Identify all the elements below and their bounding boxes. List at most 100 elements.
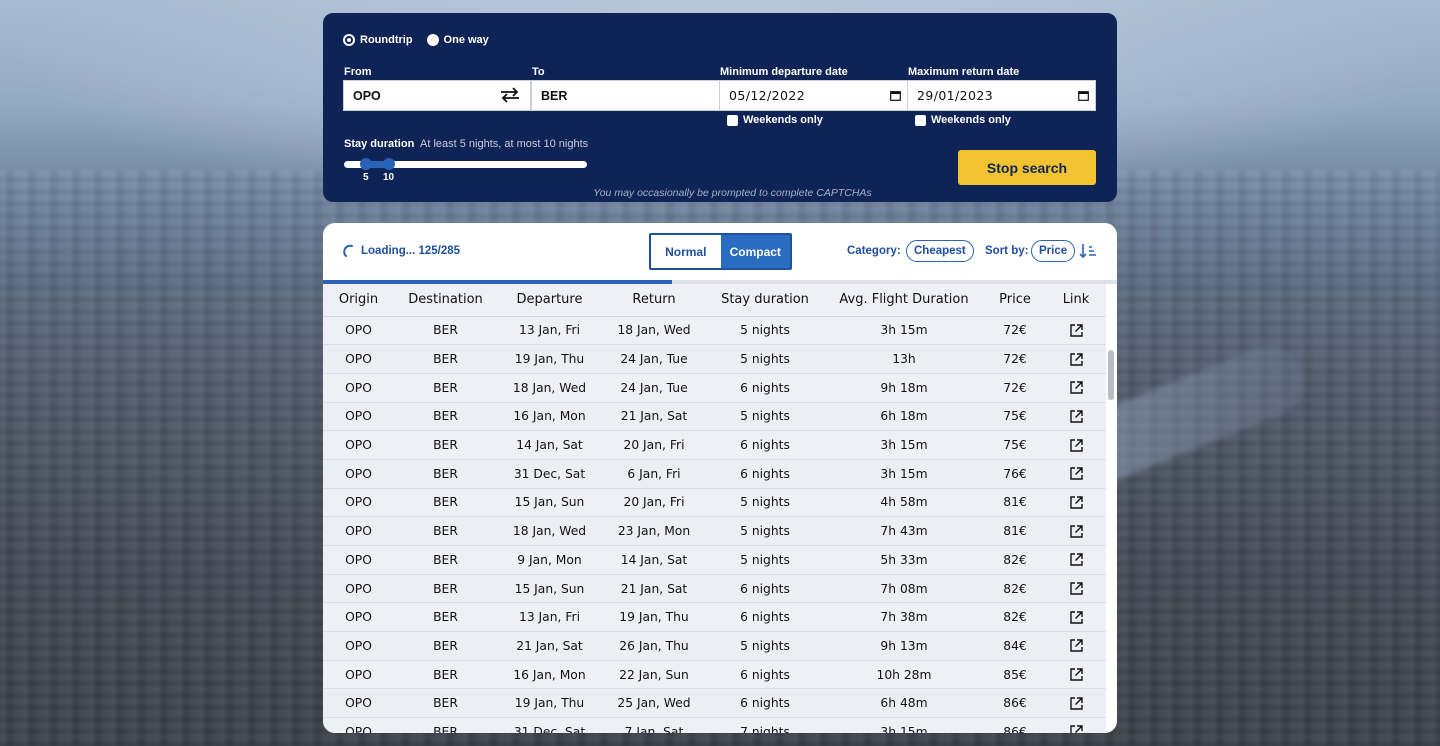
to-input[interactable]: BER (531, 80, 720, 111)
table-row[interactable]: OPO BER 13 Jan, Fri 18 Jan, Wed 5 nights 3h 1… (323, 316, 1106, 346)
external-link-icon[interactable] (1069, 380, 1084, 395)
table-cell: 20 Jan, Fri (602, 488, 706, 518)
table-row[interactable]: OPO BER 18 Jan, Wed 24 Jan, Tue 6 nights 9h 1… (323, 373, 1106, 403)
slider-max-thumb[interactable] (383, 158, 395, 170)
to-value: BER (541, 88, 568, 103)
table-cell: 85€ (984, 660, 1046, 690)
min-departure-input[interactable]: 05/12/2022 (719, 80, 908, 111)
stay-max-value: 10 (383, 172, 395, 183)
table-row[interactable]: OPO BER 13 Jan, Fri 19 Jan, Thu 6 nights 7h 3… (323, 602, 1106, 633)
table-cell: 6 nights (706, 602, 824, 633)
table-row[interactable]: OPO BER 18 Jan, Wed 23 Jan, Mon 5 nights 7h 4… (323, 516, 1106, 546)
external-link-icon[interactable] (1069, 352, 1084, 367)
external-link-icon[interactable] (1069, 552, 1084, 567)
view-mode-toggle: Normal Compact (649, 233, 792, 270)
radio-unchecked-icon (426, 34, 439, 46)
table-row[interactable]: OPO BER 19 Jan, Thu 25 Jan, Wed 6 nights 6h 4… (323, 688, 1106, 719)
departure-weekends-only-checkbox[interactable]: Weekends only (727, 114, 823, 126)
column-header[interactable]: Return (602, 284, 706, 317)
table-cell: 75€ (984, 402, 1046, 432)
table-cell: 6 Jan, Fri (602, 459, 706, 489)
slider-min-thumb[interactable] (360, 158, 372, 170)
sort-ascending-icon[interactable] (1079, 242, 1097, 260)
roundtrip-radio[interactable]: Roundtrip (343, 34, 413, 46)
max-return-input[interactable]: 29/01/2023 (907, 80, 1096, 111)
table-cell: 81€ (984, 488, 1046, 518)
return-weekends-only-checkbox[interactable]: Weekends only (915, 114, 1011, 126)
table-cell: OPO (323, 717, 394, 733)
column-header[interactable]: Avg. Flight Duration (824, 284, 984, 317)
external-link-icon[interactable] (1069, 438, 1084, 453)
table-row[interactable]: OPO BER 15 Jan, Sun 21 Jan, Sat 6 nights 7h 0… (323, 574, 1106, 604)
table-cell: 6 nights (706, 430, 824, 460)
table-cell-link (1046, 373, 1106, 403)
table-row[interactable]: OPO BER 16 Jan, Mon 22 Jan, Sun 6 nights 10h … (323, 660, 1106, 690)
table-cell: 7 nights (706, 717, 824, 733)
table-row[interactable]: OPO BER 14 Jan, Sat 20 Jan, Fri 6 nights 3h 1… (323, 430, 1106, 460)
table-row[interactable]: OPO BER 19 Jan, Thu 24 Jan, Tue 5 nights 13h 7… (323, 344, 1106, 374)
table-cell-link (1046, 516, 1106, 546)
table-header-row: Origin Destination Departure Return Stay… (323, 284, 1106, 317)
to-label: To (532, 66, 545, 78)
table-cell: BER (394, 373, 497, 403)
external-link-icon[interactable] (1069, 638, 1084, 653)
table-cell: BER (394, 545, 497, 575)
external-link-icon[interactable] (1069, 466, 1084, 481)
sort-select[interactable]: Price (1031, 240, 1076, 262)
table-cell-link (1046, 660, 1106, 690)
scrollbar-thumb[interactable] (1108, 350, 1114, 400)
table-cell: 76€ (984, 459, 1046, 489)
table-cell: OPO (323, 631, 394, 661)
table-cell: 31 Dec, Sat (497, 717, 602, 733)
table-cell: 72€ (984, 373, 1046, 403)
table-row[interactable]: OPO BER 15 Jan, Sun 20 Jan, Fri 5 nights 4h 5… (323, 488, 1106, 518)
calendar-icon[interactable] (1078, 90, 1089, 101)
column-header[interactable]: Stay duration (706, 284, 824, 317)
category-select[interactable]: Cheapest (906, 240, 974, 262)
external-link-icon[interactable] (1069, 524, 1084, 539)
table-cell: 10h 28m (824, 660, 984, 690)
external-link-icon[interactable] (1069, 495, 1084, 510)
table-cell: 75€ (984, 430, 1046, 460)
external-link-icon[interactable] (1069, 667, 1084, 682)
table-cell-link (1046, 459, 1106, 489)
search-panel: Roundtrip One way From OPO To BER Minimu… (323, 13, 1117, 202)
column-header[interactable]: Price (984, 284, 1046, 317)
table-cell-link (1046, 344, 1106, 374)
column-header[interactable]: Link (1046, 284, 1106, 317)
table-cell: 16 Jan, Mon (497, 402, 602, 432)
calendar-icon[interactable] (890, 90, 901, 101)
table-cell: 21 Jan, Sat (602, 574, 706, 604)
external-link-icon[interactable] (1069, 696, 1084, 711)
table-cell: 18 Jan, Wed (497, 516, 602, 546)
one-way-radio[interactable]: One way (426, 34, 489, 46)
checkbox-icon (915, 114, 926, 126)
external-link-icon[interactable] (1069, 323, 1084, 338)
view-normal-button[interactable]: Normal (651, 235, 721, 268)
stay-duration-slider[interactable] (344, 158, 587, 170)
table-cell: OPO (323, 545, 394, 575)
external-link-icon[interactable] (1069, 581, 1084, 596)
table-row[interactable]: OPO BER 21 Jan, Sat 26 Jan, Thu 5 nights 9h 1… (323, 631, 1106, 661)
external-link-icon[interactable] (1069, 610, 1084, 625)
table-cell: 13 Jan, Fri (497, 602, 602, 633)
table-cell: BER (394, 688, 497, 719)
table-row[interactable]: OPO BER 16 Jan, Mon 21 Jan, Sat 5 nights 6h 1… (323, 402, 1106, 432)
external-link-icon[interactable] (1069, 724, 1084, 733)
column-header[interactable]: Departure (497, 284, 602, 317)
view-compact-button[interactable]: Compact (720, 235, 790, 268)
stop-search-button[interactable]: Stop search (958, 150, 1096, 185)
external-link-icon[interactable] (1069, 409, 1084, 424)
swap-arrows-icon[interactable] (499, 87, 521, 103)
table-cell-link (1046, 602, 1106, 633)
column-header[interactable]: Destination (394, 284, 497, 317)
table-cell: OPO (323, 574, 394, 604)
table-cell: OPO (323, 402, 394, 432)
column-header[interactable]: Origin (323, 284, 394, 317)
table-cell: 23 Jan, Mon (602, 516, 706, 546)
table-cell: BER (394, 316, 497, 346)
table-cell-link (1046, 574, 1106, 604)
table-row[interactable]: OPO BER 31 Dec, Sat 6 Jan, Fri 6 nights 3h 15… (323, 459, 1106, 489)
table-row[interactable]: OPO BER 31 Dec, Sat 7 Jan, Sat 7 nights 3h 15… (323, 717, 1106, 733)
table-row[interactable]: OPO BER 9 Jan, Mon 14 Jan, Sat 5 nights 5h 33… (323, 545, 1106, 575)
